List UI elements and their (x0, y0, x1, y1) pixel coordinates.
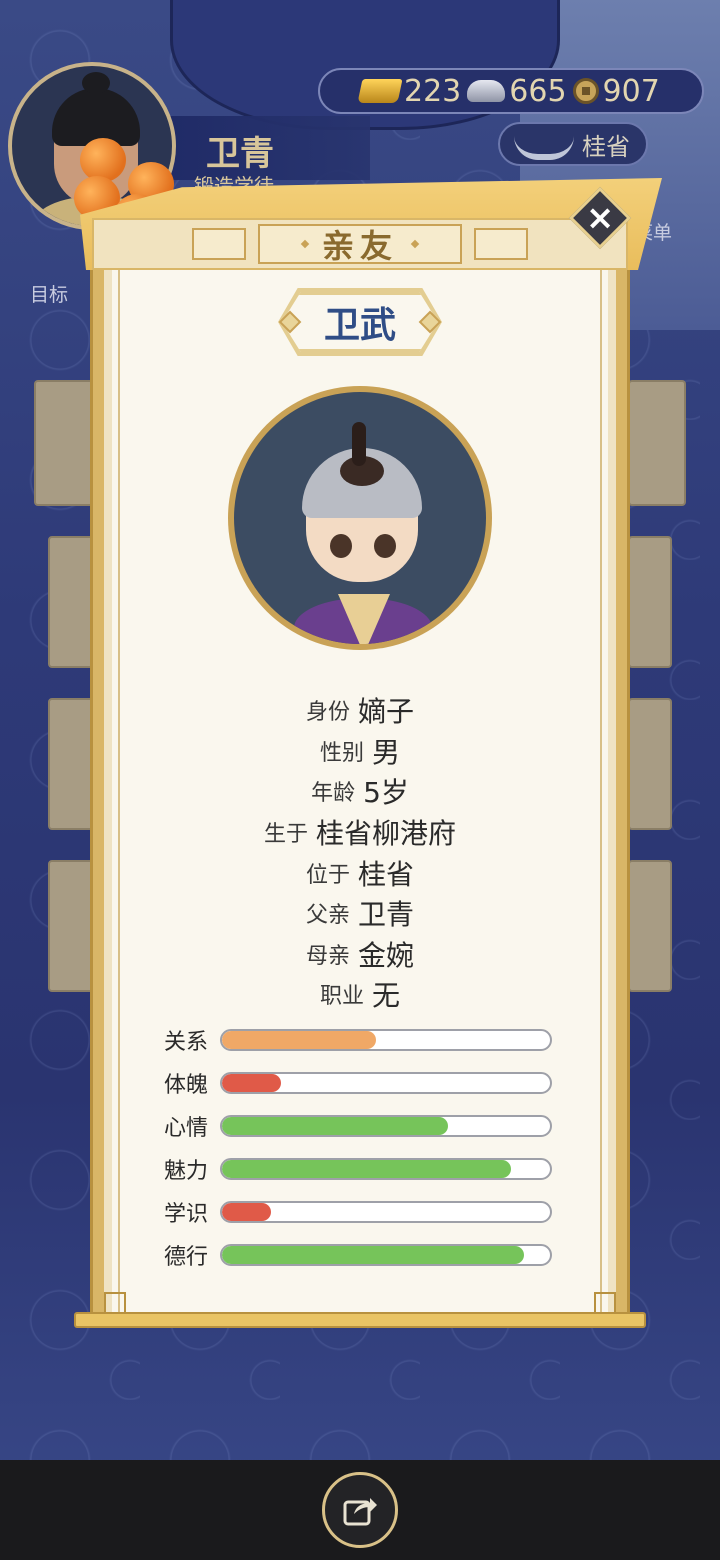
location-label: 桂省 (582, 132, 630, 161)
info-label: 性别 (319, 740, 364, 766)
corner-ornament (594, 1292, 616, 1314)
info-label: 职业 (319, 984, 364, 1010)
stat-fill (222, 1202, 272, 1221)
coin-amount: 907 (602, 73, 660, 109)
avatar-hair (52, 88, 140, 146)
gold-ingot-icon (357, 79, 403, 103)
close-icon: × (585, 198, 615, 238)
orange-decoration (80, 138, 126, 182)
stat-track (220, 1157, 552, 1180)
side-tile (628, 698, 672, 830)
info-label: 生于 (263, 822, 308, 848)
info-value: 桂省 (358, 857, 415, 891)
gold-currency: 223 (357, 73, 462, 109)
gold-amount: 223 (404, 73, 462, 109)
info-value: 金婉 (358, 938, 415, 972)
stat-track (220, 1114, 552, 1137)
portrait-eye (330, 534, 352, 558)
mortar-icon (514, 130, 574, 160)
info-value: 嫡子 (358, 695, 415, 729)
silver-ingot-icon (467, 80, 506, 102)
info-value: 5岁 (363, 776, 409, 810)
info-label: 身份 (305, 700, 350, 726)
currency-bar: 223 665 907 (318, 68, 704, 114)
corner-ornament (104, 1292, 126, 1314)
stat-label: 关系 (164, 1029, 209, 1055)
share-icon (343, 1498, 377, 1526)
location-button[interactable]: 桂省 (498, 122, 648, 166)
info-label: 年龄 (311, 781, 356, 807)
silver-amount: 665 (509, 73, 567, 109)
share-button[interactable] (322, 1472, 398, 1548)
stat-row-relationship: 关系 (164, 1018, 556, 1061)
stat-label: 学识 (164, 1201, 209, 1227)
portrait-background (234, 392, 486, 644)
stat-fill (222, 1073, 282, 1092)
name-plaque: 卫武 (282, 292, 438, 352)
coin-icon (572, 78, 599, 104)
stat-label: 体魄 (164, 1072, 209, 1098)
stat-fill (222, 1116, 449, 1135)
modal-title: 亲友 (258, 224, 462, 265)
silver-currency: 665 (467, 73, 567, 109)
stat-fill (222, 1030, 377, 1049)
stat-fill (222, 1159, 511, 1178)
info-value: 男 (372, 735, 401, 769)
info-label: 父亲 (305, 903, 350, 929)
stat-label: 德行 (164, 1244, 209, 1270)
info-row-age: 年龄 5岁 (120, 771, 600, 812)
character-portrait (228, 386, 492, 650)
header-ornament-box (192, 228, 246, 260)
side-tile (628, 860, 672, 992)
player-name: 卫青 (206, 134, 274, 174)
info-row-birthplace: 生于 桂省柳港府 (120, 812, 600, 853)
stat-row-knowledge: 学识 (164, 1190, 556, 1233)
stat-track (220, 1243, 552, 1266)
stat-track (220, 1071, 552, 1094)
info-value: 卫青 (358, 898, 415, 932)
portrait-tuft (352, 422, 366, 466)
info-row-gender: 性别 男 (120, 731, 600, 772)
modal-title-text: 亲友 (321, 227, 398, 265)
goal-label[interactable]: 目标 (30, 280, 68, 307)
info-label: 位于 (305, 862, 350, 888)
stat-label: 魅力 (164, 1158, 209, 1184)
info-row-location: 位于 桂省 (120, 852, 600, 893)
stat-track (220, 1028, 552, 1051)
title-dot-icon (300, 239, 310, 249)
info-row-identity: 身份 嫡子 (120, 690, 600, 731)
info-label: 母亲 (305, 943, 350, 969)
character-info-list: 身份 嫡子 性别 男 年龄 5岁 生于 桂省柳港府 位于 桂省 父亲 卫青 母亲… (120, 690, 600, 1015)
info-row-occupation: 职业 无 (120, 974, 600, 1015)
coin-currency: 907 (572, 73, 660, 109)
portrait-eye (374, 534, 396, 558)
stat-fill (222, 1245, 524, 1264)
stat-row-physique: 体魄 (164, 1061, 556, 1104)
stat-bars: 关系 体魄 心情 魅力 学识 德行 (164, 1018, 556, 1276)
info-value: 桂省柳港府 (316, 817, 457, 851)
stat-row-virtue: 德行 (164, 1233, 556, 1276)
title-dot-icon (410, 239, 420, 249)
info-value: 无 (372, 979, 401, 1013)
character-name: 卫武 (323, 305, 396, 346)
avatar-bun (82, 72, 110, 94)
side-tile (628, 380, 686, 506)
side-tile (628, 536, 672, 668)
stat-label: 心情 (164, 1115, 209, 1141)
info-row-father: 父亲 卫青 (120, 893, 600, 934)
stat-track (220, 1200, 552, 1223)
info-row-mother: 母亲 金婉 (120, 934, 600, 975)
header-ornament-box (474, 228, 528, 260)
stat-row-charm: 魅力 (164, 1147, 556, 1190)
scroll-bottom-rod (74, 1312, 646, 1328)
stat-row-mood: 心情 (164, 1104, 556, 1147)
